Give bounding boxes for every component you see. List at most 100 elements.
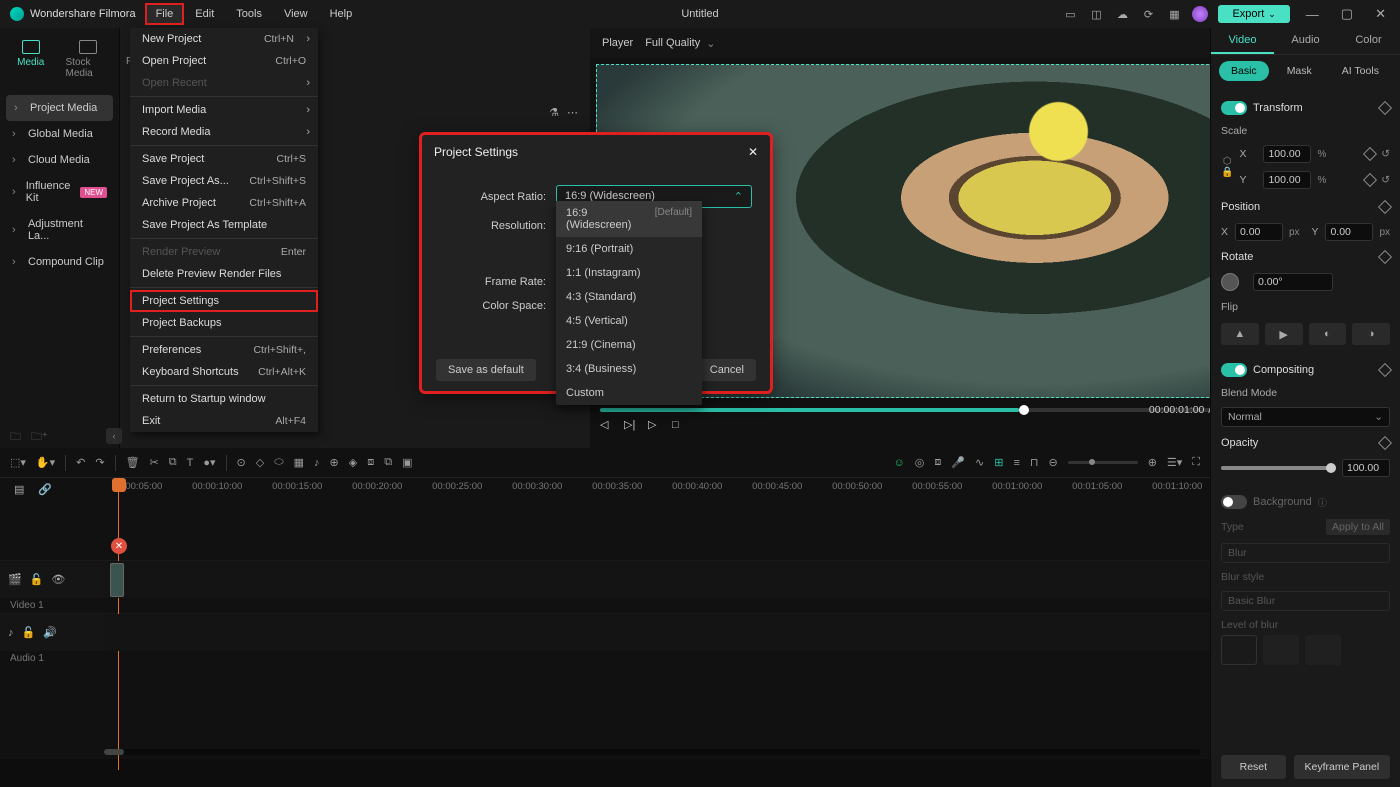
- record-dot-icon[interactable]: ●▾: [203, 456, 215, 469]
- zoom-in-icon[interactable]: ⊕: [1148, 456, 1157, 469]
- rotate-cw-icon[interactable]: ◐: [1309, 323, 1347, 345]
- lib-project-media[interactable]: ›Project Media: [6, 95, 113, 121]
- window-minimize-icon[interactable]: —: [1300, 7, 1325, 22]
- menu-keyboard-shortcuts[interactable]: Keyboard ShortcutsCtrl+Alt+K: [130, 361, 318, 383]
- pos-y-input[interactable]: [1325, 223, 1373, 241]
- delete-icon[interactable]: 🗑: [126, 456, 140, 469]
- scale-x-input[interactable]: [1263, 145, 1311, 163]
- user-avatar-icon[interactable]: [1192, 6, 1208, 22]
- menu-record-media[interactable]: Record Media: [130, 121, 318, 143]
- menu-save-project-as[interactable]: Save Project As...Ctrl+Shift+S: [130, 170, 318, 192]
- time-ruler[interactable]: 00:00:05:00 00:00:10:00 00:00:15:00 00:0…: [66, 478, 1210, 500]
- video-clip[interactable]: [110, 563, 124, 597]
- mask-tool-icon[interactable]: ⬭: [274, 456, 283, 469]
- tl-icon[interactable]: ⧈: [934, 456, 941, 469]
- menu-save-template[interactable]: Save Project As Template: [130, 214, 318, 236]
- kf-icon[interactable]: [1378, 436, 1392, 450]
- kf-icon[interactable]: [1363, 147, 1377, 161]
- menu-help[interactable]: Help: [320, 4, 363, 24]
- cut-marker-icon[interactable]: ✕: [111, 538, 127, 554]
- aspect-option[interactable]: 9:16 (Portrait): [556, 237, 702, 261]
- lib-compound-clip[interactable]: ›Compound Clip: [0, 249, 119, 275]
- aspect-option[interactable]: Custom: [556, 381, 702, 405]
- waveform-icon[interactable]: ∿: [975, 456, 984, 469]
- hand-tool-icon[interactable]: ✋▾: [36, 456, 55, 469]
- rsub-ai[interactable]: AI Tools: [1330, 61, 1391, 81]
- zoom-out-icon[interactable]: ⊖: [1048, 456, 1057, 469]
- cancel-button[interactable]: Cancel: [698, 359, 756, 381]
- menu-exit[interactable]: ExitAlt+F4: [130, 410, 318, 432]
- menu-view[interactable]: View: [274, 4, 318, 24]
- marker-icon[interactable]: ◈: [349, 456, 357, 469]
- menu-new-project[interactable]: New ProjectCtrl+N: [130, 28, 318, 50]
- lock-icon[interactable]: 🔒: [1221, 167, 1233, 178]
- keyframe-tool-icon[interactable]: ◇: [256, 456, 264, 469]
- new-folder-icon[interactable]: 🗀⁺: [31, 428, 48, 447]
- pointer-tool-icon[interactable]: ⬚▾: [10, 456, 26, 469]
- aspect-option[interactable]: 1:1 (Instagram): [556, 261, 702, 285]
- download-icon[interactable]: ⟳: [1140, 6, 1156, 22]
- text-icon[interactable]: T: [187, 457, 194, 469]
- aspect-option[interactable]: 21:9 (Cinema): [556, 333, 702, 357]
- aspect-option[interactable]: 4:5 (Vertical): [556, 309, 702, 333]
- menu-project-backups[interactable]: Project Backups: [130, 312, 318, 334]
- menu-import-media[interactable]: Import Media: [130, 99, 318, 121]
- marker-add-icon[interactable]: ⊕: [330, 456, 339, 469]
- expand-tl-icon[interactable]: ⛶: [1192, 456, 1200, 469]
- lock-icon[interactable]: 🔓: [30, 573, 44, 586]
- rotate-ccw-icon[interactable]: ◑: [1352, 323, 1390, 345]
- kf-icon[interactable]: [1363, 173, 1377, 187]
- folder-icon[interactable]: 🗀: [10, 428, 21, 447]
- crop-icon[interactable]: ⧉: [169, 456, 177, 469]
- mute-icon[interactable]: 🔊: [43, 626, 57, 639]
- play-icon[interactable]: ▷: [648, 418, 662, 431]
- flip-h-icon[interactable]: ▲: [1221, 323, 1259, 345]
- zoom-slider[interactable]: [1068, 461, 1138, 464]
- tl-icon[interactable]: ◎: [915, 456, 925, 469]
- menu-open-project[interactable]: Open ProjectCtrl+O: [130, 50, 318, 72]
- opacity-slider[interactable]: [1221, 466, 1336, 470]
- menu-return-startup[interactable]: Return to Startup window: [130, 388, 318, 410]
- menu-tools[interactable]: Tools: [226, 4, 272, 24]
- lib-influence-kit[interactable]: ›Influence KitNEW: [0, 173, 119, 211]
- rtab-video[interactable]: Video: [1211, 28, 1274, 54]
- aspect-option[interactable]: 16:9 (Widescreen)[Default]: [556, 201, 702, 237]
- play-pause-icon[interactable]: ▷|: [624, 418, 638, 431]
- link-icon[interactable]: ⬡: [1223, 156, 1232, 167]
- more-icon[interactable]: ⋯: [567, 106, 578, 119]
- cloud-upload-icon[interactable]: ☁: [1114, 6, 1130, 22]
- library-icon[interactable]: ◫: [1088, 6, 1104, 22]
- reset-icon[interactable]: ↺: [1381, 148, 1390, 160]
- compound-icon[interactable]: ▣: [402, 456, 412, 469]
- export-button[interactable]: Export ⌄: [1218, 5, 1289, 23]
- lib-cloud-media[interactable]: ›Cloud Media: [0, 147, 119, 173]
- group-icon[interactable]: ⧈: [367, 456, 374, 469]
- rtab-audio[interactable]: Audio: [1274, 28, 1337, 54]
- rsub-mask[interactable]: Mask: [1275, 61, 1324, 81]
- kf-icon[interactable]: [1378, 200, 1392, 214]
- mixer-icon[interactable]: ≡: [1013, 457, 1019, 469]
- color-tool-icon[interactable]: ▦: [294, 456, 304, 469]
- menu-project-settings[interactable]: Project Settings: [130, 290, 318, 312]
- scale-y-input[interactable]: [1263, 171, 1311, 189]
- magnet-icon[interactable]: ⊓: [1030, 456, 1039, 469]
- aspect-option[interactable]: 3:4 (Business): [556, 357, 702, 381]
- list-icon[interactable]: ☰▾: [1167, 456, 1182, 469]
- lib-global-media[interactable]: ›Global Media: [0, 121, 119, 147]
- visible-icon[interactable]: 👁: [51, 573, 65, 586]
- redo-icon[interactable]: ↷: [95, 456, 104, 469]
- rtab-color[interactable]: Color: [1337, 28, 1400, 54]
- filter-icon[interactable]: ⚗: [549, 106, 559, 119]
- h-scrollbar[interactable]: [104, 749, 1200, 755]
- layer-stack-icon[interactable]: ▤: [14, 483, 24, 496]
- cut-icon[interactable]: ✂: [150, 456, 159, 469]
- prev-frame-icon[interactable]: ◁: [600, 418, 614, 431]
- aspect-option[interactable]: 4:3 (Standard): [556, 285, 702, 309]
- quality-select[interactable]: Full Quality: [645, 37, 715, 50]
- menu-delete-preview[interactable]: Delete Preview Render Files: [130, 263, 318, 285]
- menu-edit[interactable]: Edit: [185, 4, 224, 24]
- mic-icon[interactable]: 🎤: [951, 456, 965, 469]
- menu-preferences[interactable]: PreferencesCtrl+Shift+,: [130, 339, 318, 361]
- flip-v-icon[interactable]: ▶: [1265, 323, 1303, 345]
- speed-icon[interactable]: ⊙: [237, 456, 246, 469]
